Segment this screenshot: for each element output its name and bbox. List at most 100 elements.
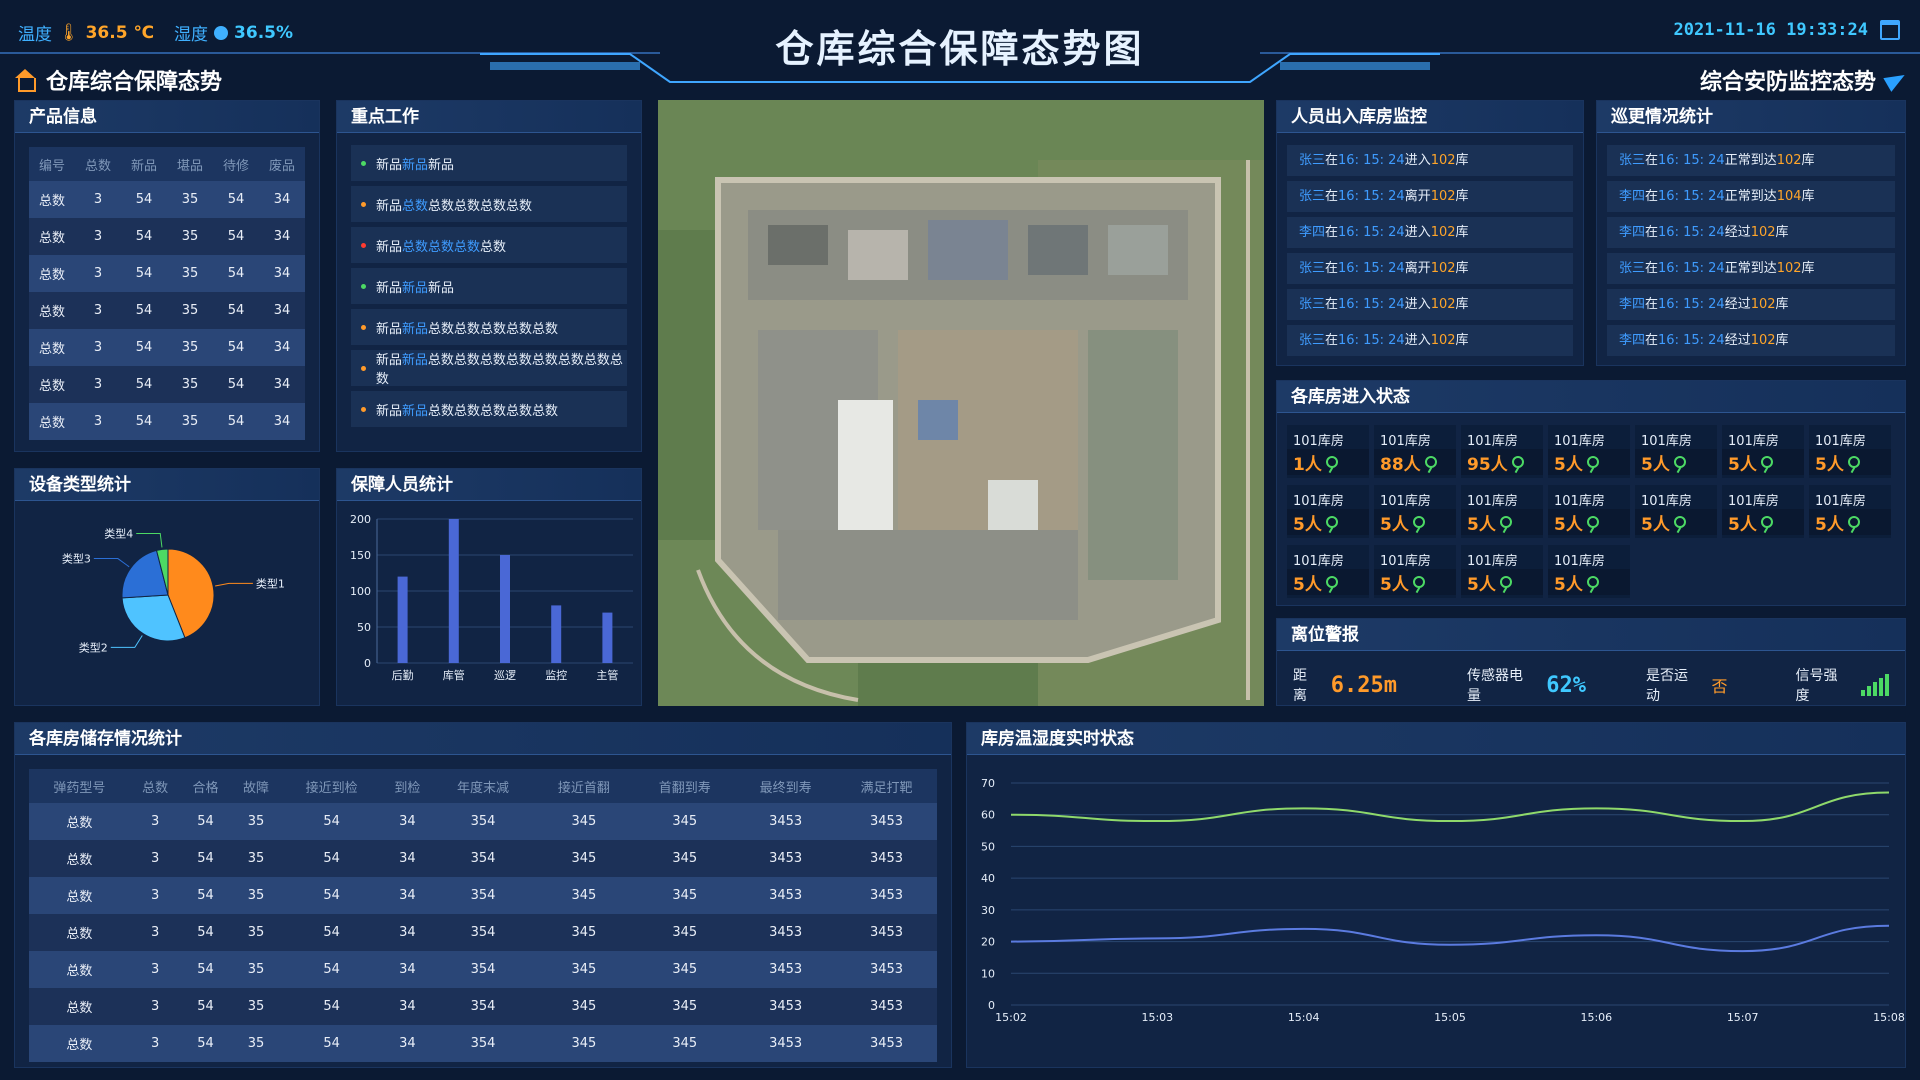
- bar[interactable]: [397, 576, 408, 663]
- key-work-item[interactable]: 新品新品新品: [351, 145, 627, 181]
- key-work-item[interactable]: 新品新品总数总数总数总数总数总数总数总数: [351, 350, 627, 387]
- battery-label: 传感器电量: [1466, 668, 1523, 704]
- room-card[interactable]: 101库房 5人: [1722, 425, 1804, 478]
- monitor-item[interactable]: 张三在16: 15: 24进入102库: [1287, 289, 1573, 320]
- room-name: 101库房: [1293, 494, 1344, 509]
- panel-title: 人员出入库房监控: [1277, 101, 1583, 133]
- column-header: 堪品: [167, 147, 213, 181]
- room-card[interactable]: 101库房 5人: [1809, 425, 1891, 478]
- table-cell: 3: [129, 877, 181, 914]
- monitor-item[interactable]: 李四在16: 15: 24经过102库: [1607, 289, 1895, 320]
- room-count-value: 5人: [1554, 454, 1583, 475]
- table-row[interactable]: 总数 3 54 35 54 34 354 345 345 3453 3453: [29, 1025, 937, 1062]
- monitor-item[interactable]: 张三在16: 15: 24进入102库: [1287, 145, 1573, 176]
- table-cell: 3: [129, 988, 181, 1025]
- monitor-item[interactable]: 李四在16: 15: 24进入102库: [1287, 217, 1573, 248]
- table-cell: 345: [533, 803, 635, 840]
- bar[interactable]: [448, 519, 459, 663]
- table-cell: 34: [382, 914, 433, 951]
- room-card[interactable]: 101库房 5人: [1548, 425, 1630, 478]
- table-row[interactable]: 总数 3 54 35 54 34: [29, 329, 305, 366]
- table-row[interactable]: 总数 3 54 35 54 34: [29, 403, 305, 440]
- table-cell: 345: [533, 988, 635, 1025]
- table-row[interactable]: 总数 3 54 35 54 34: [29, 366, 305, 403]
- bullet-icon: [361, 406, 366, 412]
- text-at: 在: [1325, 333, 1339, 348]
- monitor-item[interactable]: 张三在16: 15: 24正常到达102库: [1607, 145, 1895, 176]
- monitor-item[interactable]: 张三在16: 15: 24正常到达102库: [1607, 253, 1895, 284]
- room-card[interactable]: 101库房 5人: [1374, 545, 1456, 598]
- table-cell: 3: [129, 914, 181, 951]
- table-cell: 345: [634, 951, 736, 988]
- panel-title: 库房温湿度实时状态: [967, 723, 1905, 755]
- key-work-item[interactable]: 新品新品总数总数总数总数总数: [351, 309, 627, 345]
- table-cell: 3453: [735, 877, 837, 914]
- table-row[interactable]: 总数 3 54 35 54 34 354 345 345 3453 3453: [29, 951, 937, 988]
- table-cell: 3453: [735, 914, 837, 951]
- monitor-item[interactable]: 李四在16: 15: 24经过102库: [1607, 325, 1895, 356]
- text-at: 在: [1645, 153, 1659, 168]
- table-row[interactable]: 总数 3 54 35 54 34: [29, 255, 305, 292]
- table-row[interactable]: 总数 3 54 35 54 34 354 345 345 3453 3453: [29, 877, 937, 914]
- table-row[interactable]: 总数 3 54 35 54 34 354 345 345 3453 3453: [29, 988, 937, 1025]
- alarm-row: 距离 6.25m 传感器电量 62% 是否运动 否 信号强度: [1293, 665, 1889, 705]
- table-cell: 35: [167, 366, 213, 403]
- page-title: 仓库综合保障态势图: [775, 27, 1145, 71]
- table-row[interactable]: 总数 3 54 35 54 34: [29, 218, 305, 255]
- table-row[interactable]: 总数 3 54 35 54 34 354 345 345 3453 3453: [29, 803, 937, 840]
- table-row[interactable]: 总数 3 54 35 54 34: [29, 181, 305, 218]
- key-icon: [1586, 576, 1599, 588]
- send-icon: [1883, 68, 1909, 92]
- bar[interactable]: [602, 612, 613, 663]
- series-line[interactable]: [1010, 924, 1890, 953]
- room-card[interactable]: 101库房 95人: [1461, 425, 1543, 478]
- room-card[interactable]: 101库房 5人: [1722, 485, 1804, 538]
- monitor-item[interactable]: 张三在16: 15: 24离开102库: [1287, 253, 1573, 284]
- room-name: 101库房: [1380, 494, 1431, 509]
- calendar-icon[interactable]: [1880, 20, 1900, 40]
- key-work-item[interactable]: 新品新品新品: [351, 268, 627, 304]
- bar[interactable]: [500, 555, 510, 663]
- event-action: 经过: [1724, 297, 1751, 312]
- key-work-item[interactable]: 新品总数总数总数总数: [351, 227, 627, 263]
- room-card[interactable]: 101库房 5人: [1809, 485, 1891, 538]
- key-work-item[interactable]: 新品新品总数总数总数总数总数: [351, 391, 627, 427]
- room-card[interactable]: 101库房 5人: [1461, 545, 1543, 598]
- table-cell: 345: [533, 1025, 635, 1062]
- column-header: 接近首翻: [533, 769, 635, 803]
- event-time: 16: 15: 24: [1338, 153, 1405, 168]
- series-line[interactable]: [1010, 791, 1890, 823]
- table-row[interactable]: 总数 3 54 35 54 34 354 345 345 3453 3453: [29, 914, 937, 951]
- room-card[interactable]: 101库房 88人: [1374, 425, 1456, 478]
- key-work-part: 新品: [376, 157, 403, 173]
- room-card[interactable]: 101库房 5人: [1287, 485, 1369, 538]
- monitor-item[interactable]: 李四在16: 15: 24正常到达104库: [1607, 181, 1895, 212]
- key-work-item[interactable]: 新品总数总数总数总数总数: [351, 186, 627, 222]
- table-row[interactable]: 总数 3 54 35 54 34: [29, 292, 305, 329]
- y-tick-label: 50: [981, 840, 995, 853]
- table-row[interactable]: 总数 3 54 35 54 34 354 345 345 3453 3453: [29, 840, 937, 877]
- text-at: 在: [1645, 333, 1659, 348]
- monitor-item[interactable]: 张三在16: 15: 24离开102库: [1287, 181, 1573, 212]
- monitor-item[interactable]: 张三在16: 15: 24进入102库: [1287, 325, 1573, 356]
- room-name: 101库房: [1554, 434, 1605, 449]
- table-cell: 54: [281, 1025, 383, 1062]
- distance-value: 6.25m: [1330, 672, 1397, 698]
- satellite-map[interactable]: [658, 100, 1264, 706]
- product-table-wrap: 编号 总数 新品 堪品 待修 废品 总数 3 54 35 54 34 总数 3 54 35 54 34 总数 3 54…: [29, 147, 305, 440]
- room-card[interactable]: 101库房 5人: [1374, 485, 1456, 538]
- room-card[interactable]: 101库房 5人: [1635, 425, 1717, 478]
- room-count: 5人: [1722, 509, 1804, 535]
- room-card[interactable]: 101库房 5人: [1635, 485, 1717, 538]
- table-cell: 345: [634, 914, 736, 951]
- room-card[interactable]: 101库房 5人: [1461, 485, 1543, 538]
- room-status-panel: 各库房进入状态 101库房 1人 101库房 88人 101库房 95人 101库房 5人 10…: [1276, 380, 1906, 606]
- y-tick-label: 40: [981, 872, 995, 885]
- monitor-item[interactable]: 李四在16: 15: 24经过102库: [1607, 217, 1895, 248]
- room-card[interactable]: 101库房 5人: [1548, 545, 1630, 598]
- room-card[interactable]: 101库房 5人: [1548, 485, 1630, 538]
- bar[interactable]: [551, 605, 562, 663]
- room-card[interactable]: 101库房 1人: [1287, 425, 1369, 478]
- event-action: 正常到达: [1724, 261, 1777, 276]
- room-card[interactable]: 101库房 5人: [1287, 545, 1369, 598]
